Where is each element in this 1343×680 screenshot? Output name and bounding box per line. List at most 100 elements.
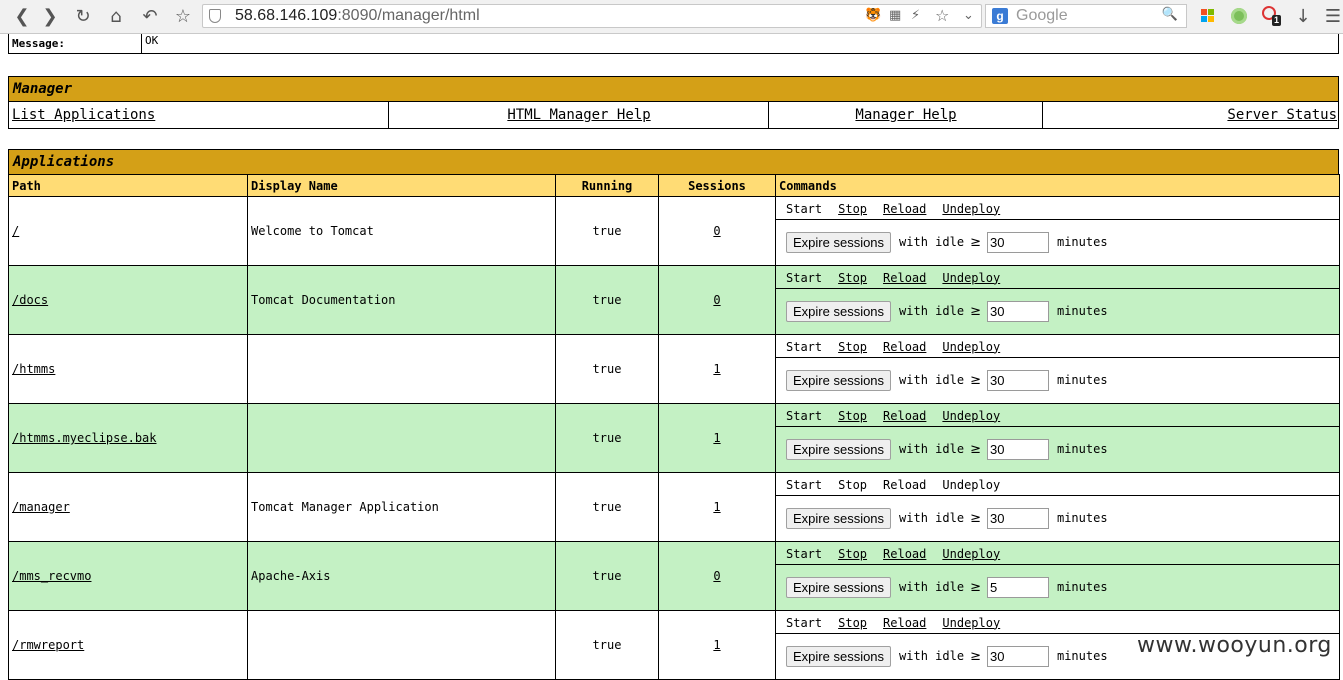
app-sessions-link[interactable]: 0: [713, 569, 720, 583]
expire-sessions-button[interactable]: Expire sessions: [786, 369, 892, 391]
greater-equal-label: ≥: [970, 441, 981, 457]
applications-section-title: Applications: [8, 149, 1339, 175]
download-icon[interactable]: ↓: [1293, 0, 1313, 33]
undeploy-command[interactable]: Undeploy: [942, 547, 1000, 561]
app-path-link[interactable]: /mms_recvmo: [12, 569, 91, 583]
app-sessions-link[interactable]: 1: [713, 500, 720, 514]
reload-command[interactable]: Reload: [883, 202, 926, 216]
address-bar[interactable]: 58.68.146.109:8090/manager/html 🐯 ▦ ⚡ ☆ …: [202, 4, 982, 28]
stop-command[interactable]: Stop: [838, 202, 867, 216]
with-idle-label: with idle: [899, 511, 965, 525]
stop-command[interactable]: Stop: [838, 616, 867, 630]
app-sessions-link[interactable]: 1: [713, 638, 720, 652]
app-sessions-cell: 1: [658, 610, 776, 680]
idle-minutes-input[interactable]: [986, 507, 1049, 529]
command-links: Start Stop Reload Undeploy: [776, 612, 1339, 634]
reload-command[interactable]: Reload: [883, 547, 926, 561]
running-header: Running: [555, 174, 659, 197]
app-running-status: true: [555, 541, 659, 611]
message-box: Message: OK: [8, 34, 1339, 54]
app-path-link[interactable]: /docs: [12, 293, 48, 307]
with-idle-label: with idle: [899, 304, 965, 318]
app-path-cell: /: [8, 196, 248, 266]
bookmark-star-icon[interactable]: ☆: [172, 0, 194, 33]
app-path-link[interactable]: /: [12, 224, 19, 238]
stop-command[interactable]: Stop: [838, 409, 867, 423]
undeploy-command[interactable]: Undeploy: [942, 271, 1000, 285]
minutes-label: minutes: [1056, 580, 1108, 594]
reload-command: Reload: [883, 477, 927, 492]
reload-command[interactable]: Reload: [883, 340, 926, 354]
app-path-link[interactable]: /manager: [12, 500, 70, 514]
app-path-link[interactable]: /rmwreport: [12, 638, 84, 652]
reload-command[interactable]: Reload: [883, 409, 926, 423]
app-display-name: [247, 403, 556, 473]
idle-minutes-input[interactable]: [986, 300, 1049, 322]
home-icon[interactable]: ⌂: [105, 0, 127, 33]
app-path-link[interactable]: /htmms: [12, 362, 55, 376]
with-idle-label: with idle: [899, 649, 965, 663]
command-links: Start Stop Reload Undeploy: [776, 405, 1339, 427]
qr-code-icon[interactable]: ▦: [889, 5, 901, 27]
url-text[interactable]: 58.68.146.109:8090/manager/html: [235, 7, 480, 25]
command-links: Start Stop Reload Undeploy: [776, 336, 1339, 358]
reload-command[interactable]: Reload: [883, 271, 926, 285]
app-sessions-link[interactable]: 0: [713, 293, 720, 307]
path-header: Path: [8, 174, 248, 197]
list-applications-link[interactable]: List Applications: [12, 107, 155, 123]
html-manager-help-link[interactable]: HTML Manager Help: [507, 107, 650, 123]
reload-icon[interactable]: ↻: [72, 0, 94, 33]
start-command: Start: [786, 615, 823, 630]
expire-sessions-button[interactable]: Expire sessions: [786, 645, 892, 667]
url-path: :8090/manager/html: [337, 7, 480, 24]
stop-command[interactable]: Stop: [838, 271, 867, 285]
app-sessions-link[interactable]: 1: [713, 431, 720, 445]
idle-minutes-input[interactable]: [986, 369, 1049, 391]
app-sessions-cell: 1: [658, 472, 776, 542]
table-row: / Welcome to Tomcat true 0 Start Stop Reload Un…: [8, 196, 1340, 266]
idle-minutes-input[interactable]: [986, 231, 1049, 253]
app-display-name: Tomcat Documentation: [247, 265, 556, 335]
notification-extension-icon[interactable]: 1: [1262, 6, 1284, 28]
app-sessions-link[interactable]: 0: [713, 224, 720, 238]
windows-logo-icon[interactable]: [1201, 9, 1215, 23]
undeploy-command[interactable]: Undeploy: [942, 202, 1000, 216]
dropdown-chevron-icon[interactable]: ⌄: [963, 5, 974, 27]
app-running-status: true: [555, 265, 659, 335]
app-path-link[interactable]: /htmms.myeclipse.bak: [12, 431, 157, 445]
menu-icon[interactable]: ☰: [1323, 0, 1343, 33]
start-command: Start: [786, 270, 823, 285]
idle-minutes-input[interactable]: [986, 438, 1049, 460]
search-box[interactable]: g Google 🔍: [985, 4, 1187, 28]
lightning-icon[interactable]: ⚡: [911, 5, 920, 27]
manager-help-link[interactable]: Manager Help: [855, 107, 956, 123]
expire-sessions-button[interactable]: Expire sessions: [786, 231, 892, 253]
start-command: Start: [786, 477, 823, 492]
back-icon[interactable]: ❮: [12, 0, 32, 33]
app-commands-cell: Start Stop Reload Undeploy Expire sessions wi…: [775, 334, 1340, 404]
tiger-extension-icon[interactable]: 🐯: [865, 5, 881, 27]
undeploy-command[interactable]: Undeploy: [942, 616, 1000, 630]
app-path-cell: /docs: [8, 265, 248, 335]
green-circle-extension-icon[interactable]: [1231, 8, 1247, 24]
server-status-link[interactable]: Server Status: [1227, 107, 1337, 123]
message-label: Message:: [12, 37, 65, 50]
reload-command[interactable]: Reload: [883, 616, 926, 630]
undeploy-command[interactable]: Undeploy: [942, 409, 1000, 423]
expire-sessions-button[interactable]: Expire sessions: [786, 438, 892, 460]
stop-command[interactable]: Stop: [838, 547, 867, 561]
expire-sessions-form: Expire sessions with idle ≥ minutes: [776, 358, 1339, 403]
idle-minutes-input[interactable]: [986, 645, 1049, 667]
expire-sessions-form: Expire sessions with idle ≥ minutes: [776, 427, 1339, 472]
undeploy-command[interactable]: Undeploy: [942, 340, 1000, 354]
expire-sessions-button[interactable]: Expire sessions: [786, 300, 892, 322]
expire-sessions-button[interactable]: Expire sessions: [786, 507, 892, 529]
idle-minutes-input[interactable]: [986, 576, 1049, 598]
forward-icon[interactable]: ❯: [40, 0, 60, 33]
expire-sessions-button[interactable]: Expire sessions: [786, 576, 892, 598]
stop-command[interactable]: Stop: [838, 340, 867, 354]
app-sessions-link[interactable]: 1: [713, 362, 720, 376]
favorite-star-icon[interactable]: ☆: [935, 5, 949, 27]
undo-icon[interactable]: ↶: [139, 0, 161, 33]
search-icon[interactable]: 🔍: [1162, 7, 1178, 22]
